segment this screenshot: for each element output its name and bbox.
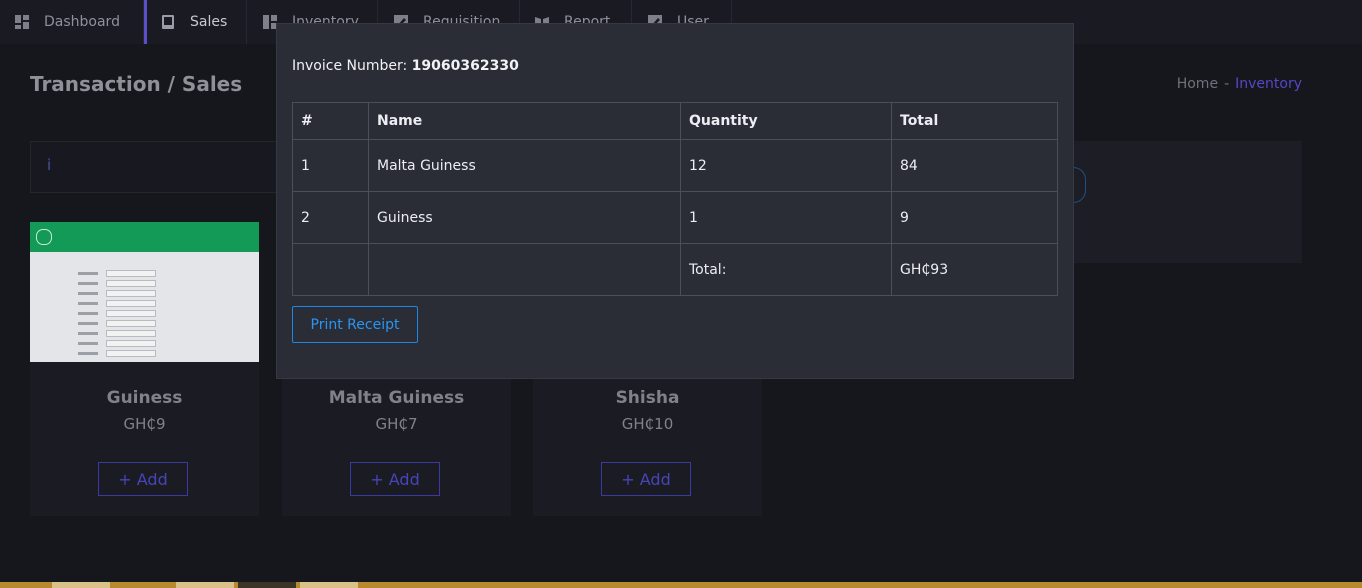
column-header-name: Name [368, 102, 681, 140]
table-row: 1 Malta Guiness 12 84 [292, 139, 1058, 192]
row-name: Guiness [368, 191, 681, 244]
row-total: 9 [891, 191, 1058, 244]
empty-cell [292, 243, 369, 296]
product-price: GH₵7 [375, 415, 418, 433]
product-name: Malta Guiness [328, 388, 465, 408]
row-name: Malta Guiness [368, 139, 681, 192]
add-button[interactable]: + Add [350, 462, 440, 496]
tablet-icon [162, 15, 174, 29]
taskbar-item[interactable] [176, 582, 234, 588]
breadcrumb: Home - Inventory [1177, 76, 1302, 92]
table-row: 2 Guiness 1 9 [292, 191, 1058, 244]
nav-item-sales[interactable]: Sales [160, 0, 227, 44]
active-indicator [144, 0, 147, 44]
total-value: GH₵93 [891, 243, 1058, 296]
column-header-total: Total [891, 102, 1058, 140]
row-quantity: 12 [680, 139, 892, 192]
column-header-quantity: Quantity [680, 102, 892, 140]
seal-icon [36, 229, 52, 245]
print-receipt-button[interactable]: Print Receipt [292, 306, 418, 343]
add-button[interactable]: + Add [98, 462, 188, 496]
table-header-row: # Name Quantity Total [292, 102, 1058, 140]
invoice-number: Invoice Number: 19060362330 [292, 58, 519, 74]
column-header-number: # [292, 102, 369, 140]
add-button[interactable]: + Add [601, 462, 691, 496]
product-price: GH₵10 [621, 415, 674, 433]
product-card: Guiness GH₵9 + Add [30, 222, 259, 516]
invoice-value: 19060362330 [411, 58, 519, 74]
row-quantity: 1 [680, 191, 892, 244]
breadcrumb-separator: - [1224, 76, 1230, 92]
nav-divider [246, 0, 247, 44]
nav-label: Dashboard [44, 14, 120, 30]
invoice-table: # Name Quantity Total 1 Malta Guiness 12… [292, 102, 1058, 296]
dashboard-icon [15, 15, 29, 29]
invoice-modal: Invoice Number: 19060362330 # Name Quant… [276, 23, 1074, 379]
search-value: i [47, 156, 52, 174]
row-number: 1 [292, 139, 369, 192]
taskbar-item[interactable] [52, 582, 110, 588]
cart-panel [1061, 141, 1302, 263]
product-name: Guiness [106, 388, 183, 408]
row-total: 84 [891, 139, 1058, 192]
product-image [30, 222, 259, 362]
search-input[interactable]: i [30, 141, 282, 193]
taskbar-item[interactable] [300, 582, 358, 588]
row-number: 2 [292, 191, 369, 244]
page-title: Transaction / Sales [30, 72, 243, 96]
total-label: Total: [680, 243, 892, 296]
invoice-label: Invoice Number: [292, 58, 408, 74]
breadcrumb-current[interactable]: Inventory [1235, 76, 1302, 92]
breadcrumb-home[interactable]: Home [1177, 76, 1218, 92]
nav-label: Sales [190, 14, 228, 30]
table-total-row: Total: GH₵93 [292, 243, 1058, 296]
product-name: Shisha [615, 388, 680, 408]
product-price: GH₵9 [123, 415, 166, 433]
nav-item-dashboard[interactable]: Dashboard [14, 0, 120, 44]
taskbar [0, 582, 1362, 588]
taskbar-item[interactable] [238, 582, 296, 588]
empty-cell [368, 243, 681, 296]
